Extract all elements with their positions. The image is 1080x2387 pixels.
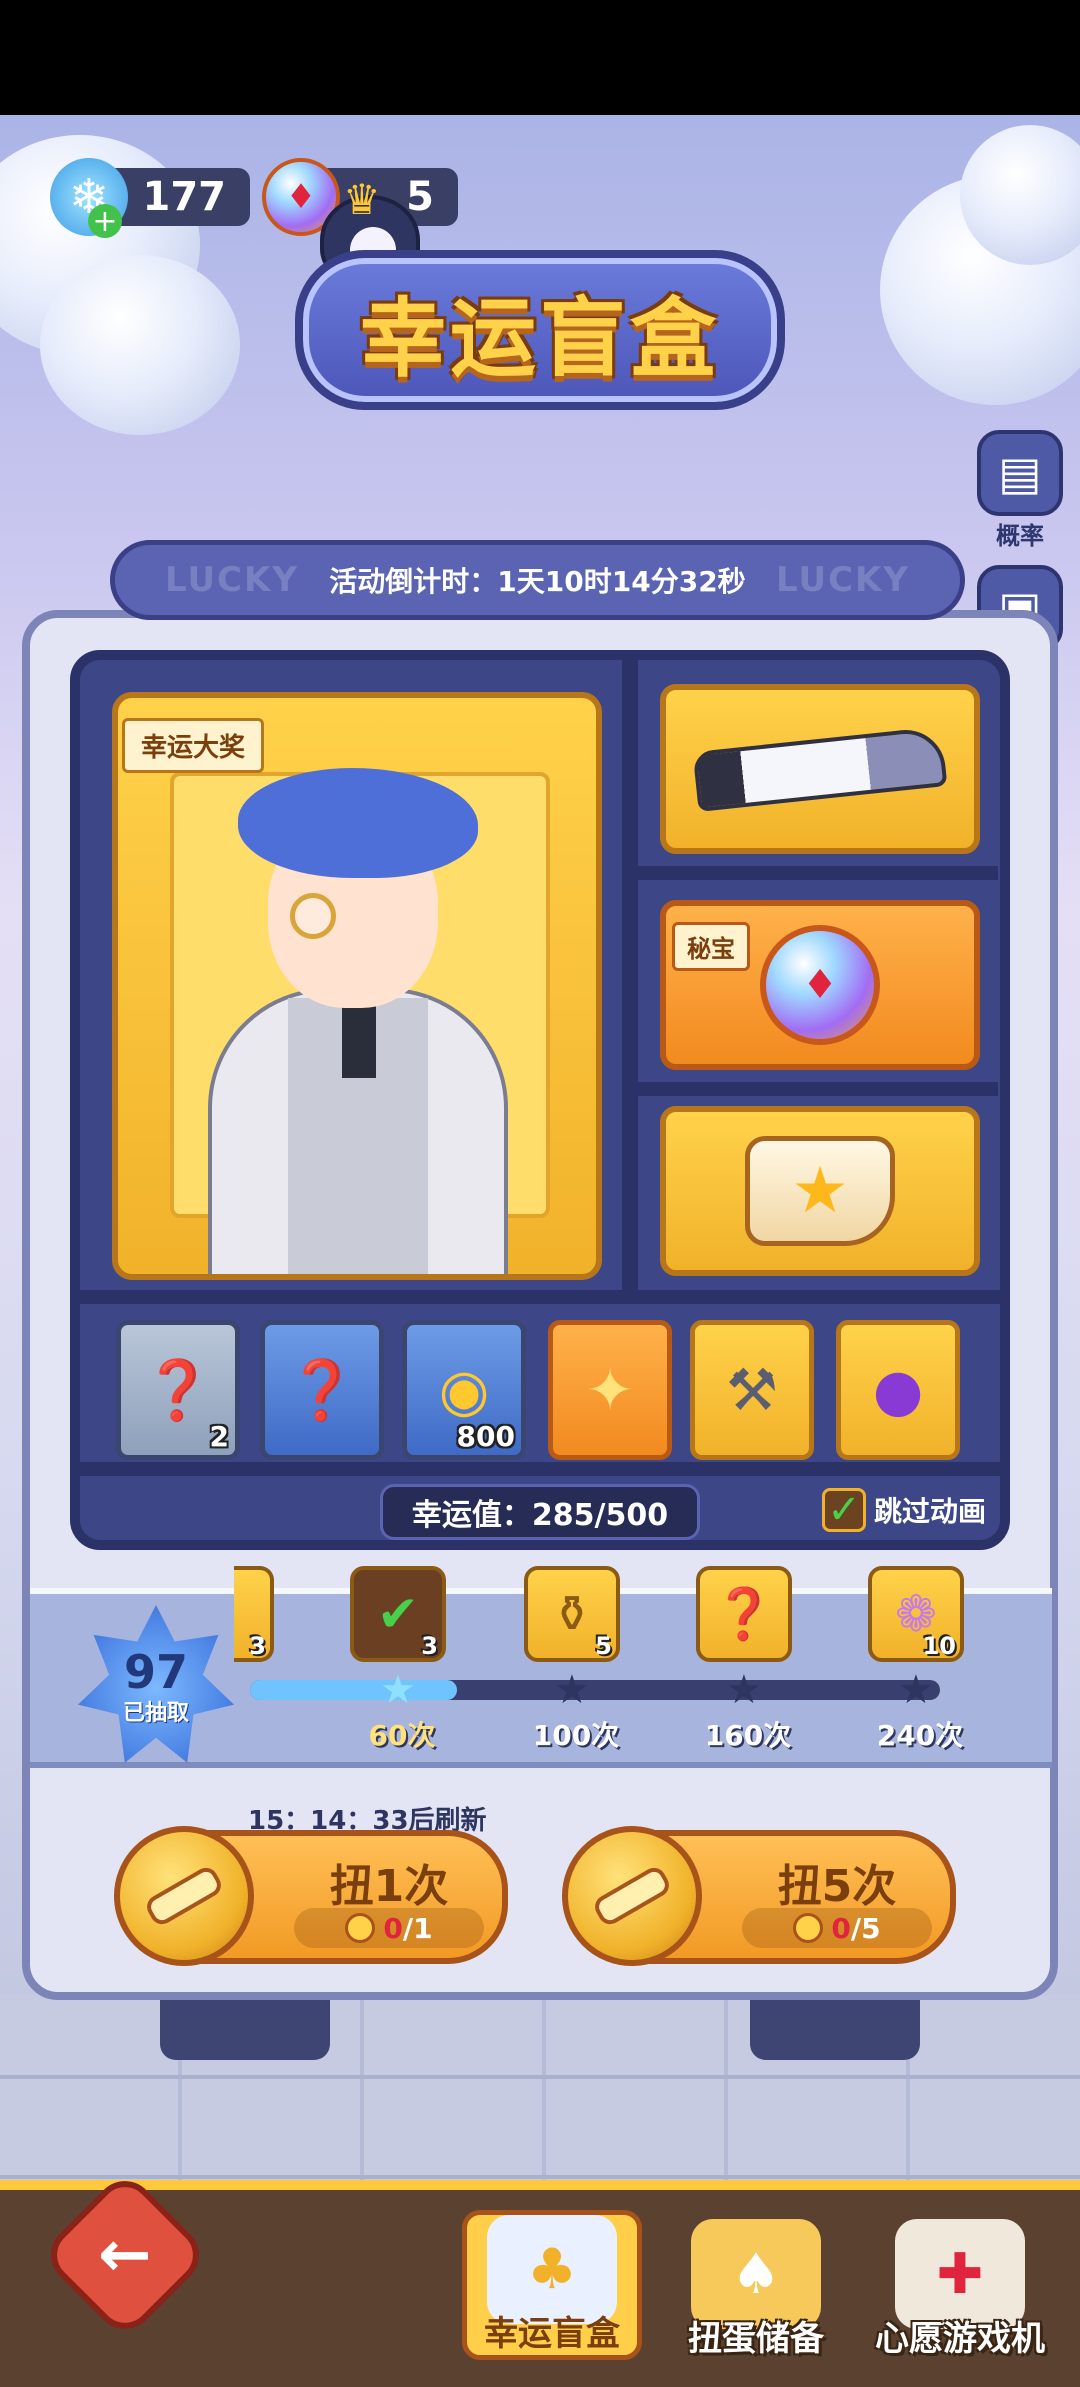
cost-need: /1 <box>402 1911 433 1945</box>
grand-prize-card[interactable]: 幸运大奖 <box>112 692 602 1280</box>
floor-line <box>0 2175 1080 2179</box>
mystery-bag-icon: ❓ <box>285 1355 359 1424</box>
reward-240[interactable]: ❁ 10 <box>868 1566 964 1662</box>
capsule-coin-icon <box>562 1826 702 1966</box>
prize-card-gun[interactable] <box>660 684 980 854</box>
reward-partial-left[interactable]: 3 <box>234 1566 274 1662</box>
plus-icon[interactable]: + <box>88 204 122 239</box>
back-arrow-icon: ← <box>98 2218 152 2292</box>
title-banner: 幸运盲盒 <box>295 250 785 410</box>
nav-label: 幸运盲盒 <box>484 2314 620 2354</box>
shelf <box>80 1290 1000 1304</box>
milestone-label: 60次 <box>368 1719 436 1752</box>
lucky-ghost-text: LUCKY <box>776 560 910 600</box>
nav-gacha-storage[interactable]: ♠ 扭蛋储备 <box>666 2210 846 2360</box>
mystery-bag-icon: ❓ <box>712 1584 776 1643</box>
nav-wish-console[interactable]: ✚ 心愿游戏机 <box>870 2210 1050 2360</box>
pickaxe-icon: ⚒ <box>726 1356 778 1424</box>
magic-orb-icon: ♦ <box>760 925 880 1045</box>
mystery-bag-icon: ❓ <box>141 1355 215 1424</box>
shelf <box>80 1462 1000 1476</box>
crown-icon: ♛ <box>343 175 381 224</box>
gold-coin-icon: ◉ <box>438 1356 490 1424</box>
skip-animation-toggle[interactable]: ✓ 跳过动画 <box>822 1487 987 1533</box>
item-gold-coins[interactable]: ◉ 800 <box>402 1320 526 1460</box>
reward-count: 5 <box>595 1632 612 1660</box>
lucky-value: 幸运值：285/500 <box>380 1484 700 1540</box>
skip-animation-label: 跳过动画 <box>874 1495 987 1528</box>
page-title: 幸运盲盒 <box>360 288 720 389</box>
item-count: 2 <box>209 1420 229 1453</box>
item-purple-orb[interactable]: ● <box>836 1320 960 1460</box>
machine-leg <box>160 2000 330 2060</box>
magic-scroll-icon: ★ <box>745 1136 895 1246</box>
reward-100[interactable]: ⚱ 5 <box>524 1566 620 1662</box>
crystal-cluster-icon: ✦ <box>585 1356 635 1424</box>
floor-line <box>0 2075 1080 2079</box>
cost-have: 0 <box>383 1911 403 1945</box>
potion-bag-icon: ⚱ <box>551 1585 593 1643</box>
milestone-label: 240次 <box>876 1719 964 1752</box>
prize-card-scroll[interactable]: ★ <box>660 1106 980 1276</box>
shelf <box>638 1082 998 1096</box>
coin-icon <box>793 1913 824 1943</box>
item-mystery-bag-blue[interactable]: ❓ <box>260 1320 384 1460</box>
shelf <box>638 866 998 880</box>
draw-five-button[interactable]: 扭5次 0/5 <box>562 1826 956 1966</box>
milestone-star-icon: ★ <box>380 1667 416 1713</box>
milestone-star-icon: ★ <box>554 1667 590 1713</box>
draw-once-cost: 0/1 <box>294 1908 484 1948</box>
probability-button[interactable]: ▤ 概率 <box>970 430 1070 551</box>
item-count: 800 <box>456 1420 515 1453</box>
nav-label: 心愿游戏机 <box>875 2319 1045 2359</box>
reward-count: 3 <box>421 1632 438 1660</box>
item-pickaxe[interactable]: ⚒ <box>690 1320 814 1460</box>
countdown-text: 活动倒计时：1天10时14分32秒 <box>329 565 746 598</box>
cost-have: 0 <box>831 1911 851 1945</box>
reward-count: 3 <box>249 1632 266 1660</box>
secret-treasure-tag: 秘宝 <box>672 922 750 971</box>
nav-label: 扭蛋储备 <box>688 2319 824 2359</box>
cost-need: /5 <box>850 1911 881 1945</box>
check-icon: ✔ <box>377 1585 419 1643</box>
reward-count: 10 <box>922 1632 956 1660</box>
crystal-amount: 177 <box>142 174 227 220</box>
reward-160[interactable]: ❓ <box>696 1566 792 1662</box>
draw-count: 97 <box>123 1645 188 1699</box>
draw-count-label: 已抽取 <box>122 1701 189 1726</box>
item-crystal-cluster[interactable]: ✦ <box>548 1320 672 1460</box>
draw-once-button[interactable]: 扭1次 0/1 <box>114 1826 508 1966</box>
check-icon[interactable]: ✓ <box>822 1487 866 1533</box>
character-tie <box>342 998 376 1078</box>
purple-orb-icon: ● <box>872 1356 924 1424</box>
draw-five-cost: 0/5 <box>742 1908 932 1948</box>
lucky-ghost-text: LUCKY <box>165 560 299 600</box>
draw-once-label: 扭1次 <box>329 1861 449 1912</box>
document-icon: ▤ <box>977 430 1063 516</box>
capsule-coin-icon <box>114 1826 254 1966</box>
reward-60[interactable]: ✔ 3 <box>350 1566 446 1662</box>
draw-five-label: 扭5次 <box>777 1861 897 1912</box>
item-mystery-bag-grey[interactable]: ❓ 2 <box>116 1320 240 1460</box>
probability-label: 概率 <box>996 522 1044 550</box>
display-divider <box>622 660 638 1300</box>
snowy-tree-decoration <box>40 255 240 435</box>
milestone-star-icon: ★ <box>726 1667 762 1713</box>
machine-leg <box>750 2000 920 2060</box>
blaster-gun-icon <box>692 726 948 812</box>
grand-prize-tag: 幸运大奖 <box>122 718 265 773</box>
milestone-label: 100次 <box>532 1719 620 1752</box>
milestone-label: 160次 <box>704 1719 792 1752</box>
coin-icon <box>345 1913 376 1943</box>
event-countdown: LUCKY LUCKY 活动倒计时：1天10时14分32秒 <box>110 540 965 620</box>
nav-lucky-box[interactable]: ♣ 幸运盲盒 <box>462 2210 642 2360</box>
prize-card-orb[interactable]: 秘宝 ♦ <box>660 900 980 1070</box>
progress-fill <box>250 1680 457 1700</box>
monocle-icon <box>290 893 336 939</box>
character-hair <box>238 768 478 878</box>
milestone-star-icon: ★ <box>898 1667 934 1713</box>
